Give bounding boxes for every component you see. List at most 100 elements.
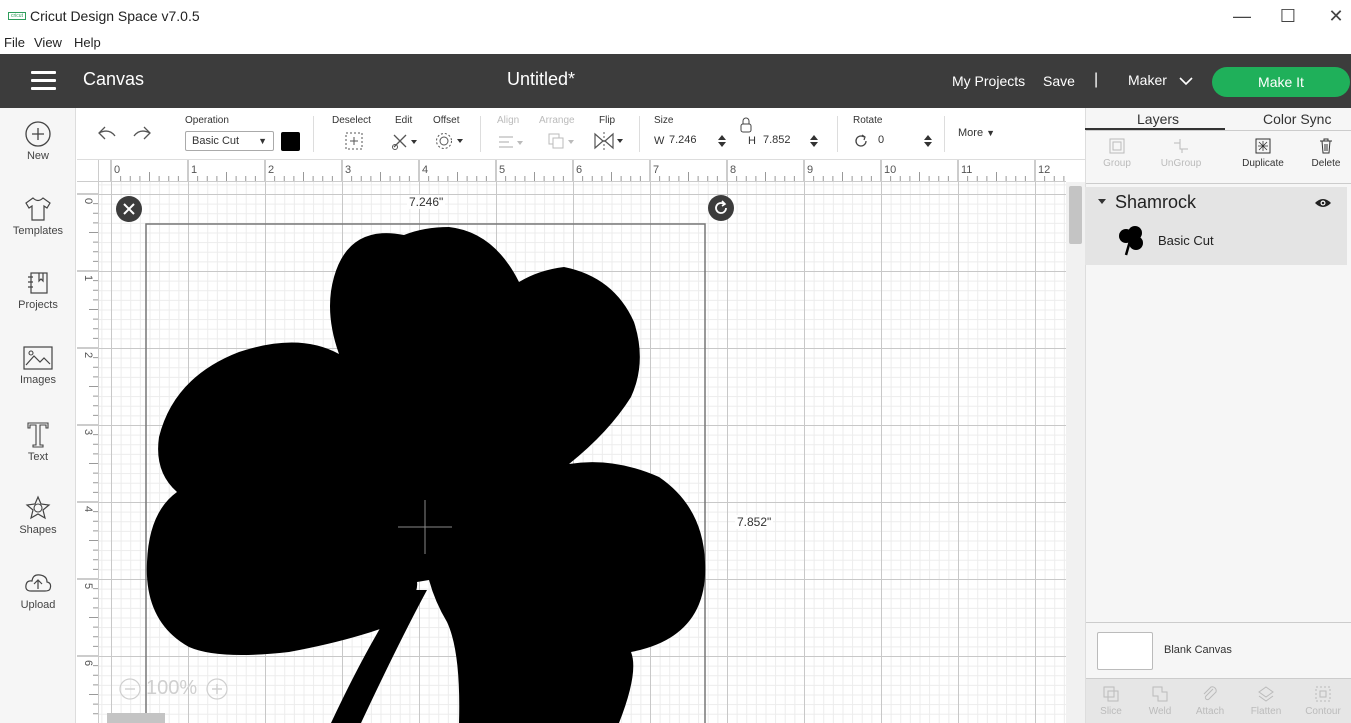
ungroup-label: UnGroup — [1160, 158, 1202, 169]
arrange-icon — [548, 133, 574, 149]
align-label: Align — [497, 115, 520, 126]
toolbar-divider — [639, 116, 640, 152]
sidebar-item-images[interactable]: Images — [0, 338, 76, 406]
window-title: Cricut Design Space v7.0.5 — [30, 8, 200, 24]
ruler-label: 12 — [1038, 164, 1050, 176]
rotate-handle-icon[interactable] — [708, 195, 734, 221]
delete-handle-icon[interactable] — [116, 196, 142, 222]
ruler-label: 5 — [499, 164, 505, 176]
rotate-icon — [855, 134, 867, 147]
flip-icon[interactable] — [593, 131, 625, 151]
ruler-label: 0 — [82, 198, 94, 204]
more-label: More — [958, 127, 984, 139]
shamrock-thumbnail-icon — [1119, 226, 1143, 256]
sidebar-item-text[interactable]: Text — [0, 413, 76, 481]
rotate-input[interactable]: 0 — [874, 131, 922, 151]
trash-icon — [1320, 138, 1332, 154]
sidebar-item-shapes[interactable]: Shapes — [0, 488, 76, 556]
machine-select[interactable]: Maker — [1128, 72, 1193, 88]
weld-button: Weld — [1136, 685, 1184, 717]
more-button[interactable]: More ▼ — [958, 127, 995, 139]
upload-cloud-icon — [25, 574, 52, 592]
menu-bar: File View Help — [0, 32, 1351, 54]
redo-icon[interactable] — [132, 124, 152, 142]
blank-canvas-swatch[interactable] — [1097, 632, 1153, 670]
slice-icon — [1103, 686, 1119, 702]
contour-icon — [1315, 686, 1331, 702]
vertical-scroll-thumb[interactable] — [1069, 186, 1082, 244]
app-logo-icon: cricut — [8, 12, 26, 20]
ruler-label: 8 — [730, 164, 736, 176]
lock-icon[interactable] — [739, 117, 753, 133]
save-button[interactable]: Save — [1043, 73, 1075, 89]
rotate-value: 0 — [878, 134, 885, 146]
text-t-icon — [27, 422, 49, 448]
design-canvas[interactable]: 7.246" 7.852" 100% — [99, 182, 1066, 723]
flatten-icon — [1258, 686, 1274, 702]
offset-icon[interactable] — [435, 132, 465, 150]
canvas-artwork — [145, 223, 706, 723]
sidebar-label-new: New — [26, 150, 49, 162]
ruler-label: 10 — [884, 164, 896, 176]
delete-button[interactable]: Delete — [1301, 137, 1351, 169]
tab-color-sync[interactable]: Color Sync — [1263, 111, 1331, 127]
ruler-label: 2 — [268, 164, 274, 176]
horizontal-scroll-thumb[interactable] — [107, 713, 165, 723]
deselect-icon[interactable] — [344, 131, 364, 151]
menu-help[interactable]: Help — [74, 35, 101, 50]
height-stepper-icon[interactable] — [809, 134, 819, 148]
tab-divider — [1086, 130, 1351, 131]
ruler-label: 3 — [82, 429, 94, 435]
edit-label: Edit — [395, 115, 413, 126]
section-title: Canvas — [83, 69, 145, 89]
sidebar-item-templates[interactable]: Templates — [0, 189, 76, 257]
attach-button: Attach — [1184, 685, 1236, 717]
duplicate-button[interactable]: Duplicate — [1233, 137, 1293, 169]
ruler-label: 6 — [576, 164, 582, 176]
align-icon — [499, 136, 523, 148]
hamburger-menu-icon[interactable] — [31, 71, 56, 91]
undo-icon[interactable] — [97, 124, 117, 142]
sidebar-item-upload[interactable]: Upload — [0, 563, 76, 631]
shapes-icon — [25, 495, 51, 520]
close-window-button[interactable]: ✕ — [1316, 4, 1351, 28]
shamrock-shape[interactable] — [146, 227, 706, 723]
make-it-button[interactable]: Make It — [1212, 67, 1350, 97]
size-label: Size — [654, 115, 674, 126]
sidebar-label-images: Images — [19, 374, 57, 386]
sidebar-label-shapes: Shapes — [19, 524, 57, 536]
edit-scissors-icon[interactable] — [391, 132, 419, 150]
layer-group-row[interactable]: Shamrock Basic Cut — [1085, 187, 1347, 265]
weld-icon — [1152, 686, 1168, 702]
my-projects-link[interactable]: My Projects — [952, 73, 1025, 89]
menu-view[interactable]: View — [34, 35, 62, 50]
operation-select[interactable]: Basic Cut ▼ — [185, 131, 274, 151]
deselect-label: Deselect — [332, 115, 371, 126]
contour-label: Contour — [1305, 706, 1341, 717]
menu-file[interactable]: File — [4, 35, 25, 50]
sidebar-item-projects[interactable]: Projects — [0, 263, 76, 331]
zoom-level: 100% — [146, 677, 198, 699]
sidebar-item-new[interactable]: New — [0, 114, 76, 182]
zoom-out-icon[interactable] — [119, 678, 141, 700]
ungroup-icon — [1174, 139, 1188, 153]
ruler-label: 1 — [191, 164, 197, 176]
ruler-label: 5 — [82, 583, 94, 589]
minimize-button[interactable]: — — [1222, 4, 1262, 28]
duplicate-label: Duplicate — [1242, 158, 1284, 169]
width-stepper-icon[interactable] — [717, 134, 727, 148]
maximize-button[interactable]: ☐ — [1268, 4, 1308, 28]
color-swatch[interactable] — [281, 132, 300, 151]
ruler-label: 0 — [114, 164, 120, 176]
toolbar-divider — [480, 116, 481, 152]
active-tab-indicator — [1085, 128, 1225, 130]
toolbar-divider — [944, 116, 945, 152]
rotate-stepper-icon[interactable] — [923, 134, 933, 148]
projects-icon — [28, 272, 48, 294]
sidebar-label-templates: Templates — [12, 225, 64, 237]
tab-layers[interactable]: Layers — [1137, 111, 1179, 127]
zoom-in-icon[interactable] — [206, 678, 228, 700]
visibility-eye-icon[interactable] — [1314, 197, 1332, 209]
collapse-caret-icon[interactable] — [1097, 198, 1107, 206]
canvas-vertical-scrollbar[interactable] — [1066, 182, 1085, 723]
